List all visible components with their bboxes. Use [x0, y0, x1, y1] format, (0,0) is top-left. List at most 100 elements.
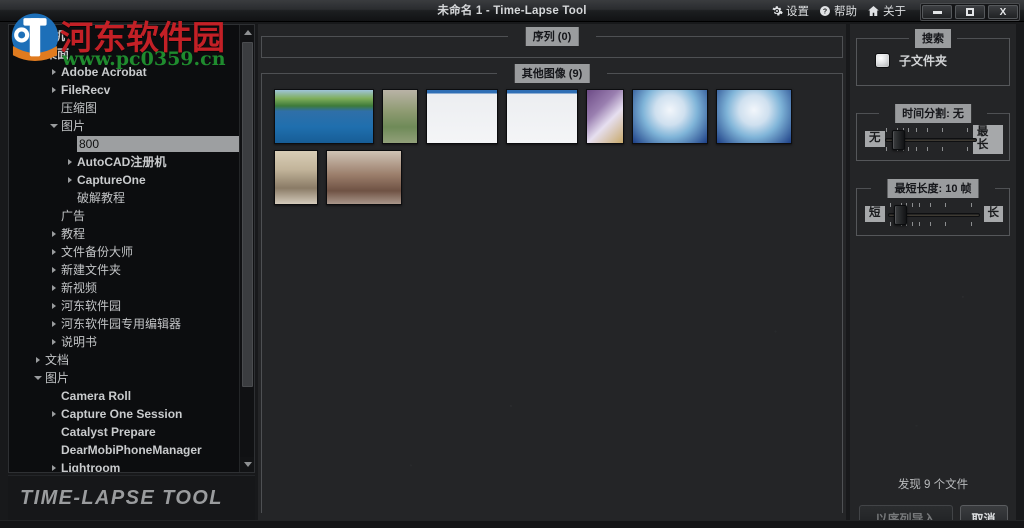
tree-item-label: 新视频	[61, 281, 98, 295]
thumbnail-file-list-screenshot-2[interactable]	[506, 89, 578, 144]
thumbnail-girl-outdoor[interactable]	[382, 89, 418, 144]
tree-item-label: 教程	[61, 227, 86, 241]
tree-item[interactable]: FileRecv	[9, 81, 241, 99]
tree-item[interactable]: Camera Roll	[9, 387, 241, 405]
tree-item[interactable]: 广告	[9, 207, 241, 225]
tree-item[interactable]: 河东软件园专用编辑器	[9, 315, 241, 333]
expand-arrow-closed-icon[interactable]	[47, 333, 61, 351]
tree-item[interactable]: 桌面	[9, 45, 241, 63]
time-split-group: 时间分割: 无 无 最长	[856, 104, 1010, 161]
tree-item-label: AutoCAD注册机	[77, 155, 167, 169]
time-split-slider-row[interactable]: 无 最长	[865, 124, 1003, 154]
question-circle-icon: ?	[820, 6, 830, 16]
tree-item-label: CaptureOne	[77, 173, 146, 187]
subfolder-checkbox[interactable]	[875, 53, 890, 68]
expand-arrow-closed-icon[interactable]	[47, 261, 61, 279]
thumbnail-portrait-blurred[interactable]	[326, 150, 402, 205]
tree-item-label: 河东软件园专用编辑器	[61, 317, 182, 331]
tree-item[interactable]: 教程	[9, 225, 241, 243]
minimize-button[interactable]	[922, 5, 952, 19]
tree-item[interactable]: 新建文件夹	[9, 261, 241, 279]
thumbnail-image	[633, 90, 707, 143]
svg-text:?: ?	[823, 9, 827, 16]
scroll-up-arrow[interactable]	[240, 25, 254, 40]
time-split-min-label: 无	[865, 131, 885, 147]
min-length-track[interactable]	[888, 202, 980, 226]
about-button[interactable]: 关于	[867, 3, 906, 19]
tree-item[interactable]: 文档	[9, 351, 241, 369]
thumbnail-angel-illustration[interactable]	[586, 89, 624, 144]
thumbnail-image	[327, 151, 401, 204]
time-split-handle[interactable]	[891, 130, 905, 150]
expand-arrow-closed-icon[interactable]	[63, 171, 77, 189]
scrollbar-thumb[interactable]	[242, 42, 253, 387]
thumbnail-file-list-screenshot-1[interactable]	[426, 89, 498, 144]
search-group-title: 搜索	[915, 29, 951, 48]
tree-item[interactable]: 河东软件园	[9, 297, 241, 315]
expand-arrow-closed-icon[interactable]	[47, 297, 61, 315]
tree-item-label: 说明书	[61, 335, 98, 349]
expand-arrow-open-icon[interactable]	[31, 369, 45, 387]
tree-item[interactable]: 说明书	[9, 333, 241, 351]
tree-item-label: 图片	[45, 371, 70, 385]
min-length-handle[interactable]	[893, 205, 907, 225]
folder-tree: 计算机 桌面 Adobe Acrobat FileRecv 压缩图 图片 800 AutoCA…	[9, 25, 241, 472]
close-button[interactable]: X	[988, 5, 1018, 19]
tree-item[interactable]: AutoCAD注册机	[9, 153, 241, 171]
tree-item-label: Camera Roll	[61, 389, 132, 403]
expand-arrow-closed-icon[interactable]	[47, 63, 61, 81]
min-length-slider-row[interactable]: 短 长	[865, 201, 1003, 227]
time-split-track[interactable]	[884, 127, 977, 151]
tree-item[interactable]: CaptureOne	[9, 171, 241, 189]
window-controls: X	[920, 3, 1020, 21]
thumbnail-lake-landscape[interactable]	[274, 89, 374, 144]
tree-item[interactable]: Capture One Session	[9, 405, 241, 423]
scroll-down-arrow[interactable]	[240, 457, 254, 472]
expand-arrow-closed-icon[interactable]	[47, 225, 61, 243]
tree-item[interactable]: Catalyst Prepare	[9, 423, 241, 441]
thumbnail-image	[427, 90, 497, 143]
expand-arrow-closed-icon[interactable]	[47, 315, 61, 333]
tree-item-label: 广告	[61, 209, 86, 223]
tree-item[interactable]: DearMobiPhoneManager	[9, 441, 241, 459]
thumbnail-woman-indoor[interactable]	[274, 150, 318, 205]
tree-item[interactable]: 图片	[9, 369, 241, 387]
tree-item[interactable]: 图片	[9, 117, 241, 135]
tree-item[interactable]: 文件备份大师	[9, 243, 241, 261]
expand-arrow-closed-icon[interactable]	[31, 351, 45, 369]
tree-item[interactable]: Lightroom	[9, 459, 241, 472]
subfolder-label: 子文件夹	[899, 54, 948, 68]
tree-item-label: 文件备份大师	[61, 245, 134, 259]
expand-arrow-closed-icon[interactable]	[47, 81, 61, 99]
tree-item[interactable]: 800	[9, 135, 241, 153]
tree-item[interactable]: 计算机	[9, 27, 241, 45]
expand-arrow-open-icon[interactable]	[47, 117, 61, 135]
expand-arrow-closed-icon[interactable]	[47, 243, 61, 261]
thumbnail-anime-girl-1[interactable]	[632, 89, 708, 144]
subfolder-checkbox-row[interactable]: 子文件夹	[875, 52, 947, 69]
thumbnail-image	[383, 90, 417, 143]
tree-item[interactable]: 新视频	[9, 279, 241, 297]
help-button[interactable]: ? 帮助	[819, 3, 857, 19]
thumbnail-anime-girl-2[interactable]	[716, 89, 792, 144]
settings-button[interactable]: 设置	[771, 3, 809, 19]
tree-item-label: Catalyst Prepare	[61, 425, 156, 439]
other-images-group: 其他图像 (9)	[261, 64, 843, 513]
maximize-button[interactable]	[955, 5, 985, 19]
tree-scrollbar[interactable]	[239, 25, 254, 472]
expand-arrow-closed-icon[interactable]	[63, 153, 77, 171]
tree-item[interactable]: Adobe Acrobat	[9, 63, 241, 81]
expand-arrow-closed-icon[interactable]	[47, 459, 61, 472]
min-length-max-label: 长	[983, 206, 1003, 222]
folder-tree-panel[interactable]: 计算机 桌面 Adobe Acrobat FileRecv 压缩图 图片 800 AutoCA…	[8, 24, 255, 473]
about-label: 关于	[883, 6, 906, 18]
tree-item[interactable]: 压缩图	[9, 99, 241, 117]
expand-arrow-closed-icon[interactable]	[47, 279, 61, 297]
expand-arrow-closed-icon[interactable]	[47, 405, 61, 423]
tree-item[interactable]: 破解教程	[9, 189, 241, 207]
home-icon	[868, 6, 879, 16]
